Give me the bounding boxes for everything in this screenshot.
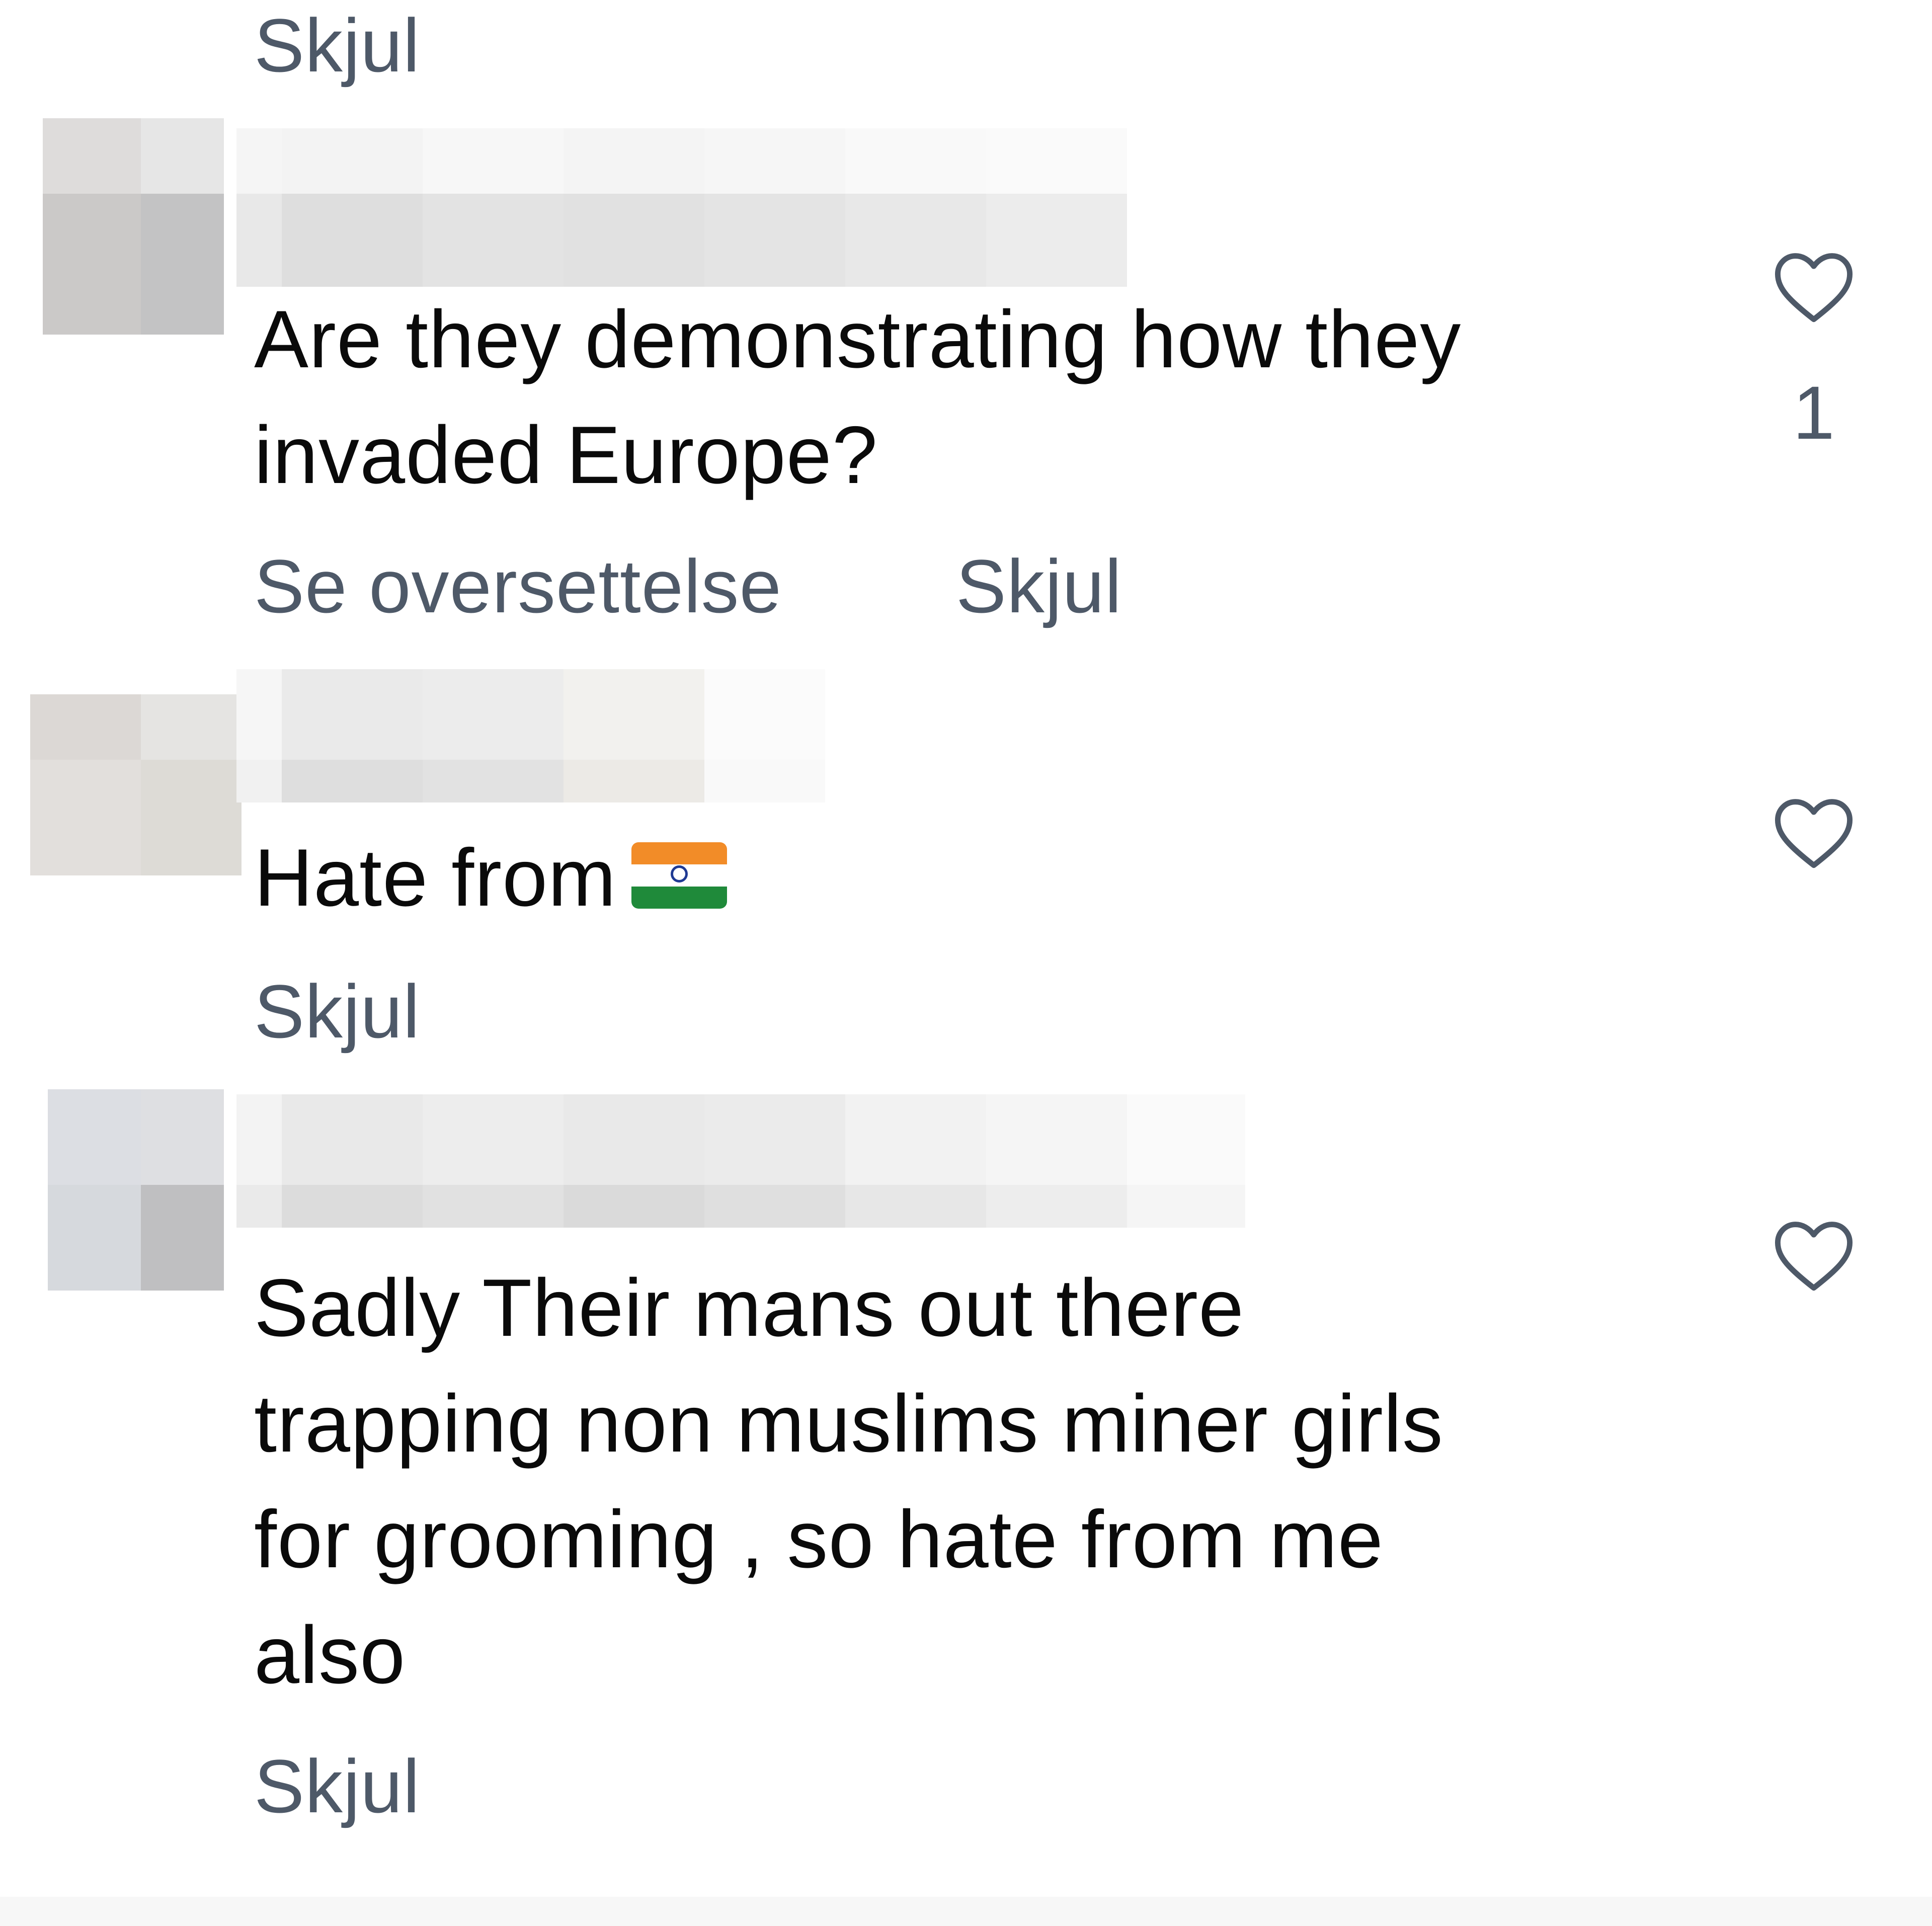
comment-thread: Skjul Are they demonstrating how they in… (0, 0, 1932, 1926)
username-blurred[interactable] (236, 669, 825, 802)
comment-text: Sadly Their mans out there trapping non … (254, 1262, 1443, 1701)
heart-outline-icon[interactable] (1771, 1218, 1857, 1293)
india-flag-emoji (631, 842, 728, 909)
avatar[interactable] (48, 1089, 224, 1291)
username-blurred[interactable] (236, 1094, 1245, 1228)
hide-comment-link[interactable]: Skjul (254, 974, 420, 1049)
heart-outline-icon[interactable] (1771, 249, 1857, 325)
see-translation-link[interactable]: Se oversettelse (254, 548, 782, 624)
avatar[interactable] (43, 118, 224, 335)
heart-outline-icon[interactable] (1771, 795, 1857, 870)
hide-comment-link[interactable]: Skjul (254, 1748, 420, 1824)
comment-text: Hate from (254, 820, 1713, 936)
hide-comment-link[interactable]: Skjul (956, 548, 1122, 624)
bottom-divider (0, 1897, 1932, 1926)
avatar[interactable] (30, 694, 242, 875)
like-count: 1 (1793, 370, 1835, 455)
hide-replies-link[interactable]: Skjul (254, 8, 420, 83)
username-blurred[interactable] (236, 128, 1127, 287)
comment-text: Are they demonstrating how they invaded … (254, 294, 1462, 501)
